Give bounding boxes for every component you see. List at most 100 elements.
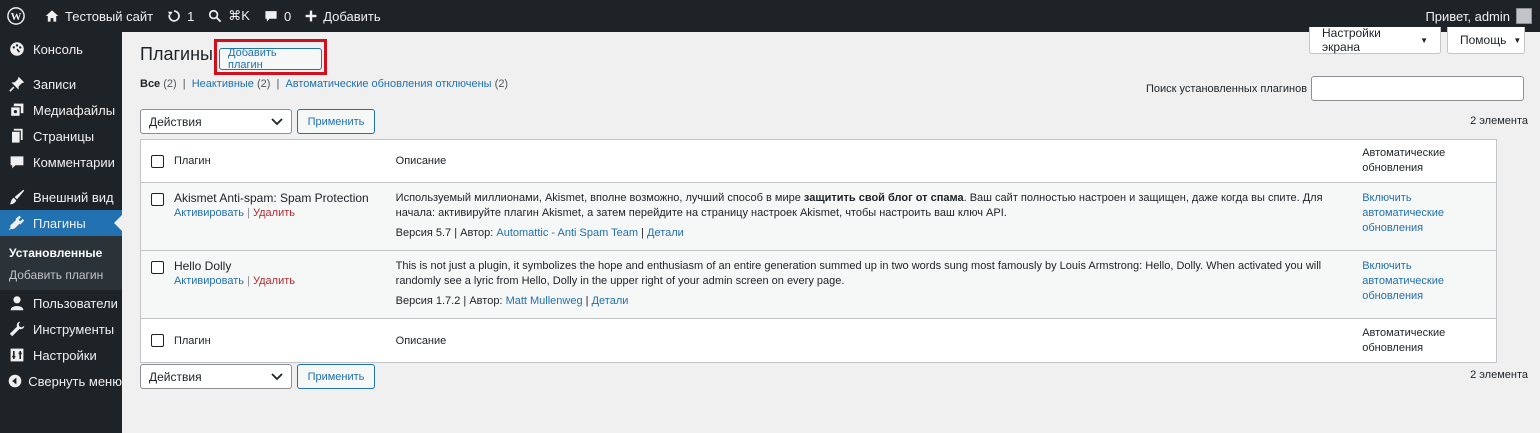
activate-link[interactable]: Активировать — [174, 207, 244, 219]
add-plugin-button[interactable]: Добавить плагин — [219, 47, 322, 71]
menu-item-comments[interactable]: Комментарии — [0, 149, 122, 175]
bulk-actions-bottom: Действия Применить — [140, 364, 375, 389]
search-icon — [209, 9, 222, 23]
menu-item-media[interactable]: Медиафайлы — [0, 97, 122, 123]
comment-icon — [7, 152, 27, 172]
media-icon — [7, 100, 27, 120]
caret-down-icon: ▼ — [1513, 35, 1522, 45]
column-description: Описание — [395, 155, 447, 167]
author-link[interactable]: Automattic - Anti Spam Team — [496, 227, 638, 239]
menu-item-appearance[interactable]: Внешний вид — [0, 184, 122, 210]
delete-link[interactable]: Удалить — [253, 207, 295, 219]
table-row: Hello Dolly Активировать | Удалить This … — [141, 251, 1496, 319]
pin-icon — [7, 74, 27, 94]
home-icon — [45, 10, 59, 22]
palette-icon — [7, 39, 27, 59]
new-content-link[interactable]: Добавить — [298, 0, 387, 32]
column-auto-updates: Автоматические обновления — [1362, 326, 1446, 354]
main-content: Настройки экрана ▼ Помощь ▼ Плагины Доба… — [122, 26, 1540, 433]
wrench-icon — [7, 319, 27, 339]
greeting: Привет, admin — [1425, 8, 1510, 24]
plus-icon — [305, 10, 317, 22]
wordpress-logo-button[interactable]: W — [0, 0, 38, 32]
admin-sidebar: Консоль Записи Медиафайлы Страницы Комме… — [0, 32, 122, 433]
command-palette-button[interactable]: ⌘K — [201, 0, 257, 32]
details-link[interactable]: Детали — [647, 227, 684, 239]
table-header: Плагин Описание Автоматические обновлени… — [141, 140, 1496, 183]
user-icon — [7, 293, 27, 313]
menu-item-collapse[interactable]: Свернуть меню — [0, 368, 122, 394]
plugin-description: Используемый миллионами, Akismet, вполне… — [395, 192, 1323, 219]
new-label: Добавить — [323, 8, 381, 24]
apply-button[interactable]: Применить — [297, 109, 375, 134]
select-all-checkbox[interactable] — [151, 154, 164, 168]
column-plugin: Плагин — [173, 334, 211, 347]
column-plugin: Плагин — [173, 155, 211, 167]
refresh-icon — [167, 10, 180, 22]
details-link[interactable]: Детали — [592, 295, 629, 307]
filter-auto-updates-disabled[interactable]: Автоматические обновления отключены — [285, 78, 491, 90]
plugin-description: This is not just a plugin, it symbolizes… — [395, 260, 1322, 287]
menu-item-posts[interactable]: Записи — [0, 71, 122, 97]
apply-button[interactable]: Применить — [297, 364, 375, 389]
plugin-status-filters: Все (2) | Неактивные (2) | Автоматически… — [140, 78, 509, 90]
items-count: 2 элемента — [1470, 369, 1528, 381]
bulk-action-select[interactable]: Действия — [140, 109, 292, 134]
svg-text:W: W — [11, 11, 22, 23]
table-row: Akismet Anti-spam: Spam Protection Актив… — [141, 183, 1496, 251]
avatar — [1516, 8, 1532, 24]
row-checkbox[interactable] — [151, 193, 164, 206]
wordpress-icon: W — [7, 7, 25, 25]
updates-count: 1 — [187, 8, 195, 24]
column-auto-updates: Автоматические обновления — [1362, 147, 1446, 174]
highlight-box: Добавить плагин — [214, 39, 327, 75]
delete-link[interactable]: Удалить — [253, 275, 295, 287]
row-actions: Активировать | Удалить — [173, 275, 295, 287]
site-name-link[interactable]: Тестовый сайт — [38, 0, 160, 32]
menu-item-tools[interactable]: Инструменты — [0, 316, 122, 342]
plugin-name: Hello Dolly — [173, 259, 232, 273]
submenu-add-plugin[interactable]: Добавить плагин — [0, 264, 122, 286]
menu-item-users[interactable]: Пользователи — [0, 290, 122, 316]
comment-icon — [265, 11, 277, 22]
chevron-down-icon — [271, 372, 283, 380]
collapse-icon — [7, 371, 22, 391]
settings-icon — [7, 345, 27, 365]
search-plugins-input[interactable] — [1311, 76, 1524, 101]
plugins-table: Плагин Описание Автоматические обновлени… — [140, 139, 1497, 363]
filter-inactive[interactable]: Неактивные — [192, 78, 254, 90]
items-count: 2 элемента — [1470, 115, 1528, 127]
chevron-down-icon — [271, 117, 283, 125]
screen-options-button[interactable]: Настройки экрана ▼ — [1309, 26, 1441, 54]
help-button[interactable]: Помощь ▼ — [1447, 27, 1525, 54]
row-checkbox[interactable] — [151, 261, 164, 274]
activate-link[interactable]: Активировать — [174, 275, 244, 287]
comments-count: 0 — [283, 8, 292, 24]
menu-item-plugins[interactable]: Плагины — [0, 210, 122, 236]
site-name: Тестовый сайт — [65, 8, 154, 24]
submenu-installed[interactable]: Установленные — [0, 242, 122, 264]
caret-down-icon: ▼ — [1420, 35, 1428, 45]
page-icon — [7, 126, 27, 146]
menu-item-pages[interactable]: Страницы — [0, 123, 122, 149]
enable-auto-updates-link[interactable]: Включить автоматические обновления — [1362, 192, 1444, 234]
bulk-action-select[interactable]: Действия — [140, 364, 292, 389]
plugins-submenu: Установленные Добавить плагин — [0, 236, 122, 290]
menu-item-settings[interactable]: Настройки — [0, 342, 122, 368]
table-footer: Плагин Описание Автоматические обновлени… — [141, 319, 1496, 362]
plugin-icon — [7, 213, 27, 233]
filter-all[interactable]: Все — [140, 78, 160, 90]
search-shortcut: ⌘K — [228, 8, 250, 23]
brush-icon — [7, 187, 27, 207]
search-label: Поиск установленных плагинов — [1146, 83, 1308, 95]
author-link[interactable]: Matt Mullenweg — [506, 295, 583, 307]
select-all-checkbox[interactable] — [151, 334, 164, 347]
page-title: Плагины — [140, 44, 213, 64]
bulk-actions-top: Действия Применить — [140, 109, 375, 134]
updates-link[interactable]: 1 — [160, 0, 201, 32]
plugin-meta: Версия 5.7 | Автор: Automattic - Anti Sp… — [395, 227, 684, 239]
menu-item-dashboard[interactable]: Консоль — [0, 36, 122, 62]
comments-link[interactable]: 0 — [257, 0, 298, 32]
column-description: Описание — [395, 334, 447, 347]
enable-auto-updates-link[interactable]: Включить автоматические обновления — [1362, 260, 1444, 302]
